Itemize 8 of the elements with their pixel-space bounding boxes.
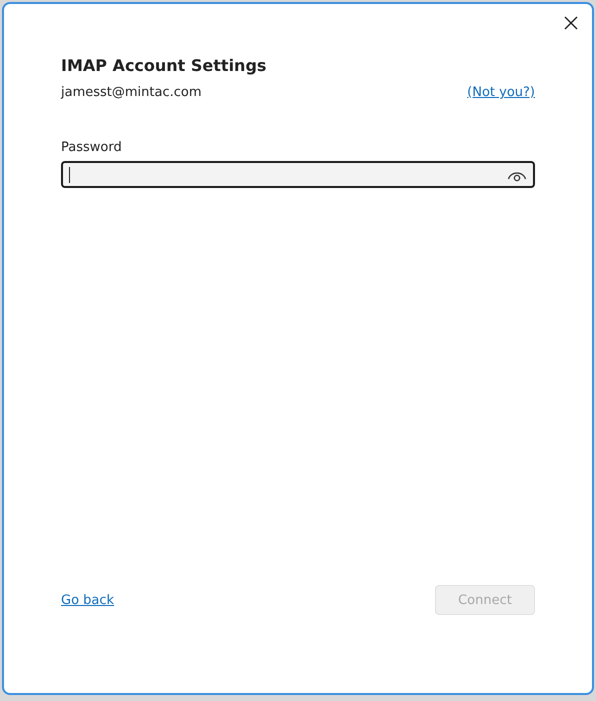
account-email: jamesst@mintac.com — [61, 85, 202, 100]
go-back-link[interactable]: Go back — [61, 592, 114, 608]
close-button[interactable] — [562, 14, 580, 32]
password-label: Password — [61, 140, 123, 155]
not-you-link[interactable]: (Not you?) — [467, 85, 535, 100]
dialog-title: IMAP Account Settings — [61, 56, 268, 75]
close-icon — [564, 16, 578, 30]
password-field[interactable] — [61, 161, 535, 188]
